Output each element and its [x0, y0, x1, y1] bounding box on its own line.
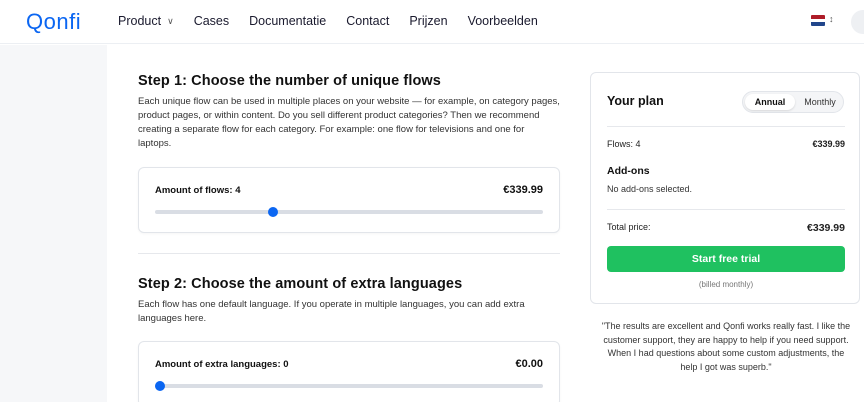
- plan-flows-value: €339.99: [812, 139, 845, 149]
- flag-stripe-blue: [811, 22, 825, 26]
- step1-description: Each unique flow can be used in multiple…: [138, 96, 560, 149]
- flows-slider[interactable]: [155, 207, 543, 217]
- main-nav: Product ∨ Cases Documentatie Contact Prij…: [118, 14, 558, 28]
- left-background-strip: [0, 45, 107, 402]
- billing-toggle[interactable]: Annual Monthly: [742, 91, 844, 113]
- languages-slider-label: Amount of extra languages: 0: [155, 358, 289, 370]
- languages-slider[interactable]: [155, 381, 543, 391]
- nav-item-contact[interactable]: Contact: [346, 14, 389, 28]
- netherlands-flag-icon[interactable]: [811, 15, 825, 26]
- flows-card: Amount of flows: 4 €339.99: [138, 167, 560, 233]
- plan-flows-row: Flows: 4 €339.99: [607, 139, 845, 149]
- account-button[interactable]: [851, 10, 864, 34]
- step2-description: Each flow has one default language. If y…: [138, 299, 525, 324]
- plan-total-row: Total price: €339.99: [607, 222, 845, 234]
- top-header: Qonfi Product ∨ Cases Documentatie Contac…: [0, 0, 864, 44]
- step2-title: Step 2: Choose the amount of extra langu…: [138, 276, 463, 292]
- configurator: Step 1: Choose the number of unique flow…: [138, 45, 560, 402]
- nav-item-prijzen[interactable]: Prijzen: [409, 14, 447, 28]
- languages-price: €0.00: [515, 358, 543, 370]
- plan-total-value: €339.99: [807, 222, 845, 234]
- testimonial-quote: "The results are excellent and Qonfi wor…: [601, 321, 851, 372]
- addons-title: Add-ons: [607, 165, 650, 177]
- chevron-down-icon: ∨: [167, 16, 174, 26]
- plan-summary: Your plan Annual Monthly Flows: 4 €339.9…: [590, 72, 860, 304]
- nav-item-cases[interactable]: Cases: [194, 14, 229, 28]
- plan-divider: [607, 126, 845, 127]
- billing-monthly-option[interactable]: Monthly: [797, 94, 843, 110]
- plan-flows-label: Flows: 4: [607, 139, 641, 149]
- language-dropdown-icon[interactable]: ↕: [829, 14, 834, 24]
- section-divider: [138, 253, 560, 254]
- languages-card: Amount of extra languages: 0 €0.00: [138, 341, 560, 402]
- flows-slider-label: Amount of flows: 4: [155, 184, 241, 196]
- billing-annual-option[interactable]: Annual: [745, 94, 795, 110]
- nav-item-product[interactable]: Product ∨: [118, 14, 174, 28]
- logo[interactable]: Qonfi: [26, 9, 81, 35]
- nav-item-documentatie[interactable]: Documentatie: [249, 14, 326, 28]
- plan-divider: [607, 209, 845, 210]
- addons-empty-text: No add-ons selected.: [607, 184, 693, 194]
- flows-price: €339.99: [503, 184, 543, 196]
- step1-title: Step 1: Choose the number of unique flow…: [138, 73, 441, 89]
- billing-note: (billed monthly): [698, 280, 754, 289]
- nav-item-label: Product: [118, 14, 162, 28]
- plan-title: Your plan: [607, 94, 664, 108]
- flows-slider-thumb[interactable]: [268, 207, 279, 217]
- start-free-trial-button[interactable]: Start free trial: [607, 246, 845, 272]
- plan-total-label: Total price:: [607, 222, 651, 232]
- languages-slider-thumb[interactable]: [155, 381, 165, 391]
- nav-item-voorbeelden[interactable]: Voorbeelden: [468, 14, 538, 28]
